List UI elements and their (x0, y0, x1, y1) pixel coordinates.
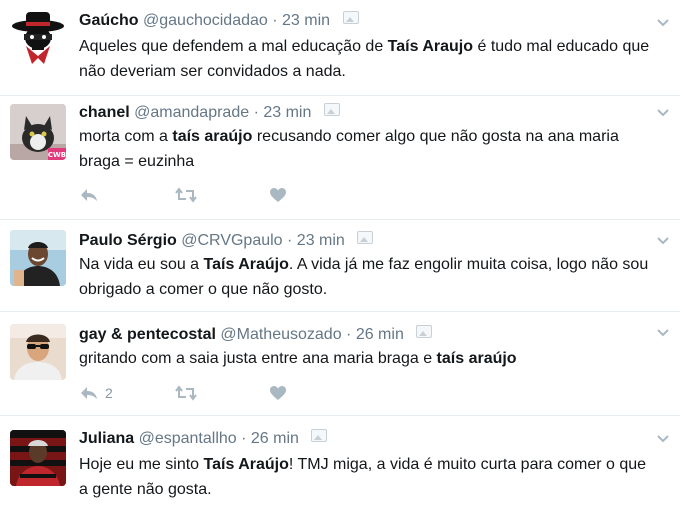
chevron-down-icon[interactable] (656, 234, 670, 248)
heart-icon (270, 386, 286, 400)
chevron-down-icon[interactable] (656, 432, 670, 446)
chevron-down-icon[interactable] (656, 106, 670, 120)
avatar[interactable]: CWB (10, 104, 66, 160)
avatar-caption: CWB (48, 151, 66, 159)
flamengo-fan-avatar-icon (10, 430, 66, 486)
reply-count: 2 (105, 385, 113, 401)
separator-dot: · (249, 104, 264, 121)
tweet-header: Juliana @espantallho · 26 min (79, 428, 328, 450)
avatar[interactable] (10, 230, 66, 286)
avatar[interactable] (10, 324, 66, 380)
tweet-text: Hoje eu me sinto Taís Araújo! TMJ miga, … (79, 456, 647, 498)
retweet-button[interactable] (174, 382, 198, 404)
timestamp[interactable]: 23 min (263, 104, 311, 121)
image-icon (323, 103, 340, 116)
separator-dot: · (341, 326, 356, 343)
reply-icon (81, 387, 97, 399)
avatar[interactable] (10, 10, 66, 66)
display-name[interactable]: Paulo Sérgio (79, 232, 177, 249)
retweet-button[interactable] (174, 184, 198, 206)
highlighted-term: Taís Araújo (203, 256, 289, 273)
reply-icon (81, 189, 97, 201)
timestamp[interactable]: 23 min (282, 12, 330, 29)
image-icon (342, 11, 359, 24)
avatar[interactable] (10, 430, 66, 486)
display-name[interactable]: Gaúcho (79, 12, 139, 29)
tweet-item[interactable]: Gaúcho @gauchocidadao · 23 min Aqueles q… (0, 0, 680, 96)
tweet-text: morta com a taís araújo recusando comer … (79, 128, 619, 170)
highlighted-term: taís araújo (436, 350, 517, 367)
tweet-item[interactable]: gay & pentecostal @Matheusozado · 26 min… (0, 312, 680, 416)
timestamp[interactable]: 23 min (297, 232, 345, 249)
tweet-text: gritando com a saia justa entre ana mari… (79, 350, 517, 367)
image-icon (357, 231, 374, 244)
tweet-feed: Gaúcho @gauchocidadao · 23 min Aqueles q… (0, 0, 680, 509)
tweet-header: Gaúcho @gauchocidadao · 23 min (79, 10, 359, 32)
gaucho-hat-mask-avatar-icon (10, 10, 66, 66)
display-name[interactable]: chanel (79, 104, 130, 121)
display-name[interactable]: Juliana (79, 430, 134, 447)
tweet-header: gay & pentecostal @Matheusozado · 26 min (79, 324, 433, 346)
separator-dot: · (236, 430, 251, 447)
reply-button[interactable] (79, 184, 99, 206)
tweet-text: Na vida eu sou a Taís Araújo. A vida já … (79, 256, 649, 298)
reply-button[interactable]: 2 (79, 382, 113, 404)
tweet-header: chanel @amandaprade · 23 min (79, 102, 340, 124)
retweet-icon (175, 187, 197, 203)
highlighted-term: Taís Araújo (203, 456, 289, 473)
man-sunglasses-avatar-icon (10, 324, 66, 380)
like-button[interactable] (269, 382, 287, 404)
chevron-down-icon[interactable] (656, 326, 670, 340)
user-handle[interactable]: @espantallho (139, 430, 237, 447)
image-icon (416, 325, 433, 338)
display-name[interactable]: gay & pentecostal (79, 326, 216, 343)
retweet-icon (175, 385, 197, 401)
highlighted-term: taís araújo (172, 128, 253, 145)
user-handle[interactable]: @Matheusozado (220, 326, 341, 343)
chevron-down-icon[interactable] (656, 16, 670, 30)
highlighted-term: Taís Araujo (387, 38, 474, 55)
tweet-text: Aqueles que defendem a mal educação de T… (79, 38, 650, 80)
cat-avatar-icon: CWB (10, 104, 66, 160)
timestamp[interactable]: 26 min (356, 326, 404, 343)
man-smiling-avatar-icon (10, 230, 66, 286)
timestamp[interactable]: 26 min (251, 430, 299, 447)
tweet-item[interactable]: CWB chanel @amandaprade · 23 min morta c… (0, 96, 680, 220)
tweet-actions: 2 (79, 382, 379, 404)
image-icon (311, 429, 328, 442)
like-button[interactable] (269, 184, 287, 206)
tweet-header: Paulo Sérgio @CRVGpaulo · 23 min (79, 230, 374, 252)
tweet-actions (79, 184, 379, 206)
user-handle[interactable]: @CRVGpaulo (181, 232, 282, 249)
separator-dot: · (267, 12, 283, 29)
user-handle[interactable]: @gauchocidadao (143, 12, 268, 29)
separator-dot: · (282, 232, 297, 249)
tweet-item[interactable]: Paulo Sérgio @CRVGpaulo · 23 min Na vida… (0, 220, 680, 312)
user-handle[interactable]: @amandaprade (134, 104, 249, 121)
heart-icon (270, 188, 286, 202)
tweet-item[interactable]: Juliana @espantallho · 26 min Hoje eu me… (0, 416, 680, 509)
